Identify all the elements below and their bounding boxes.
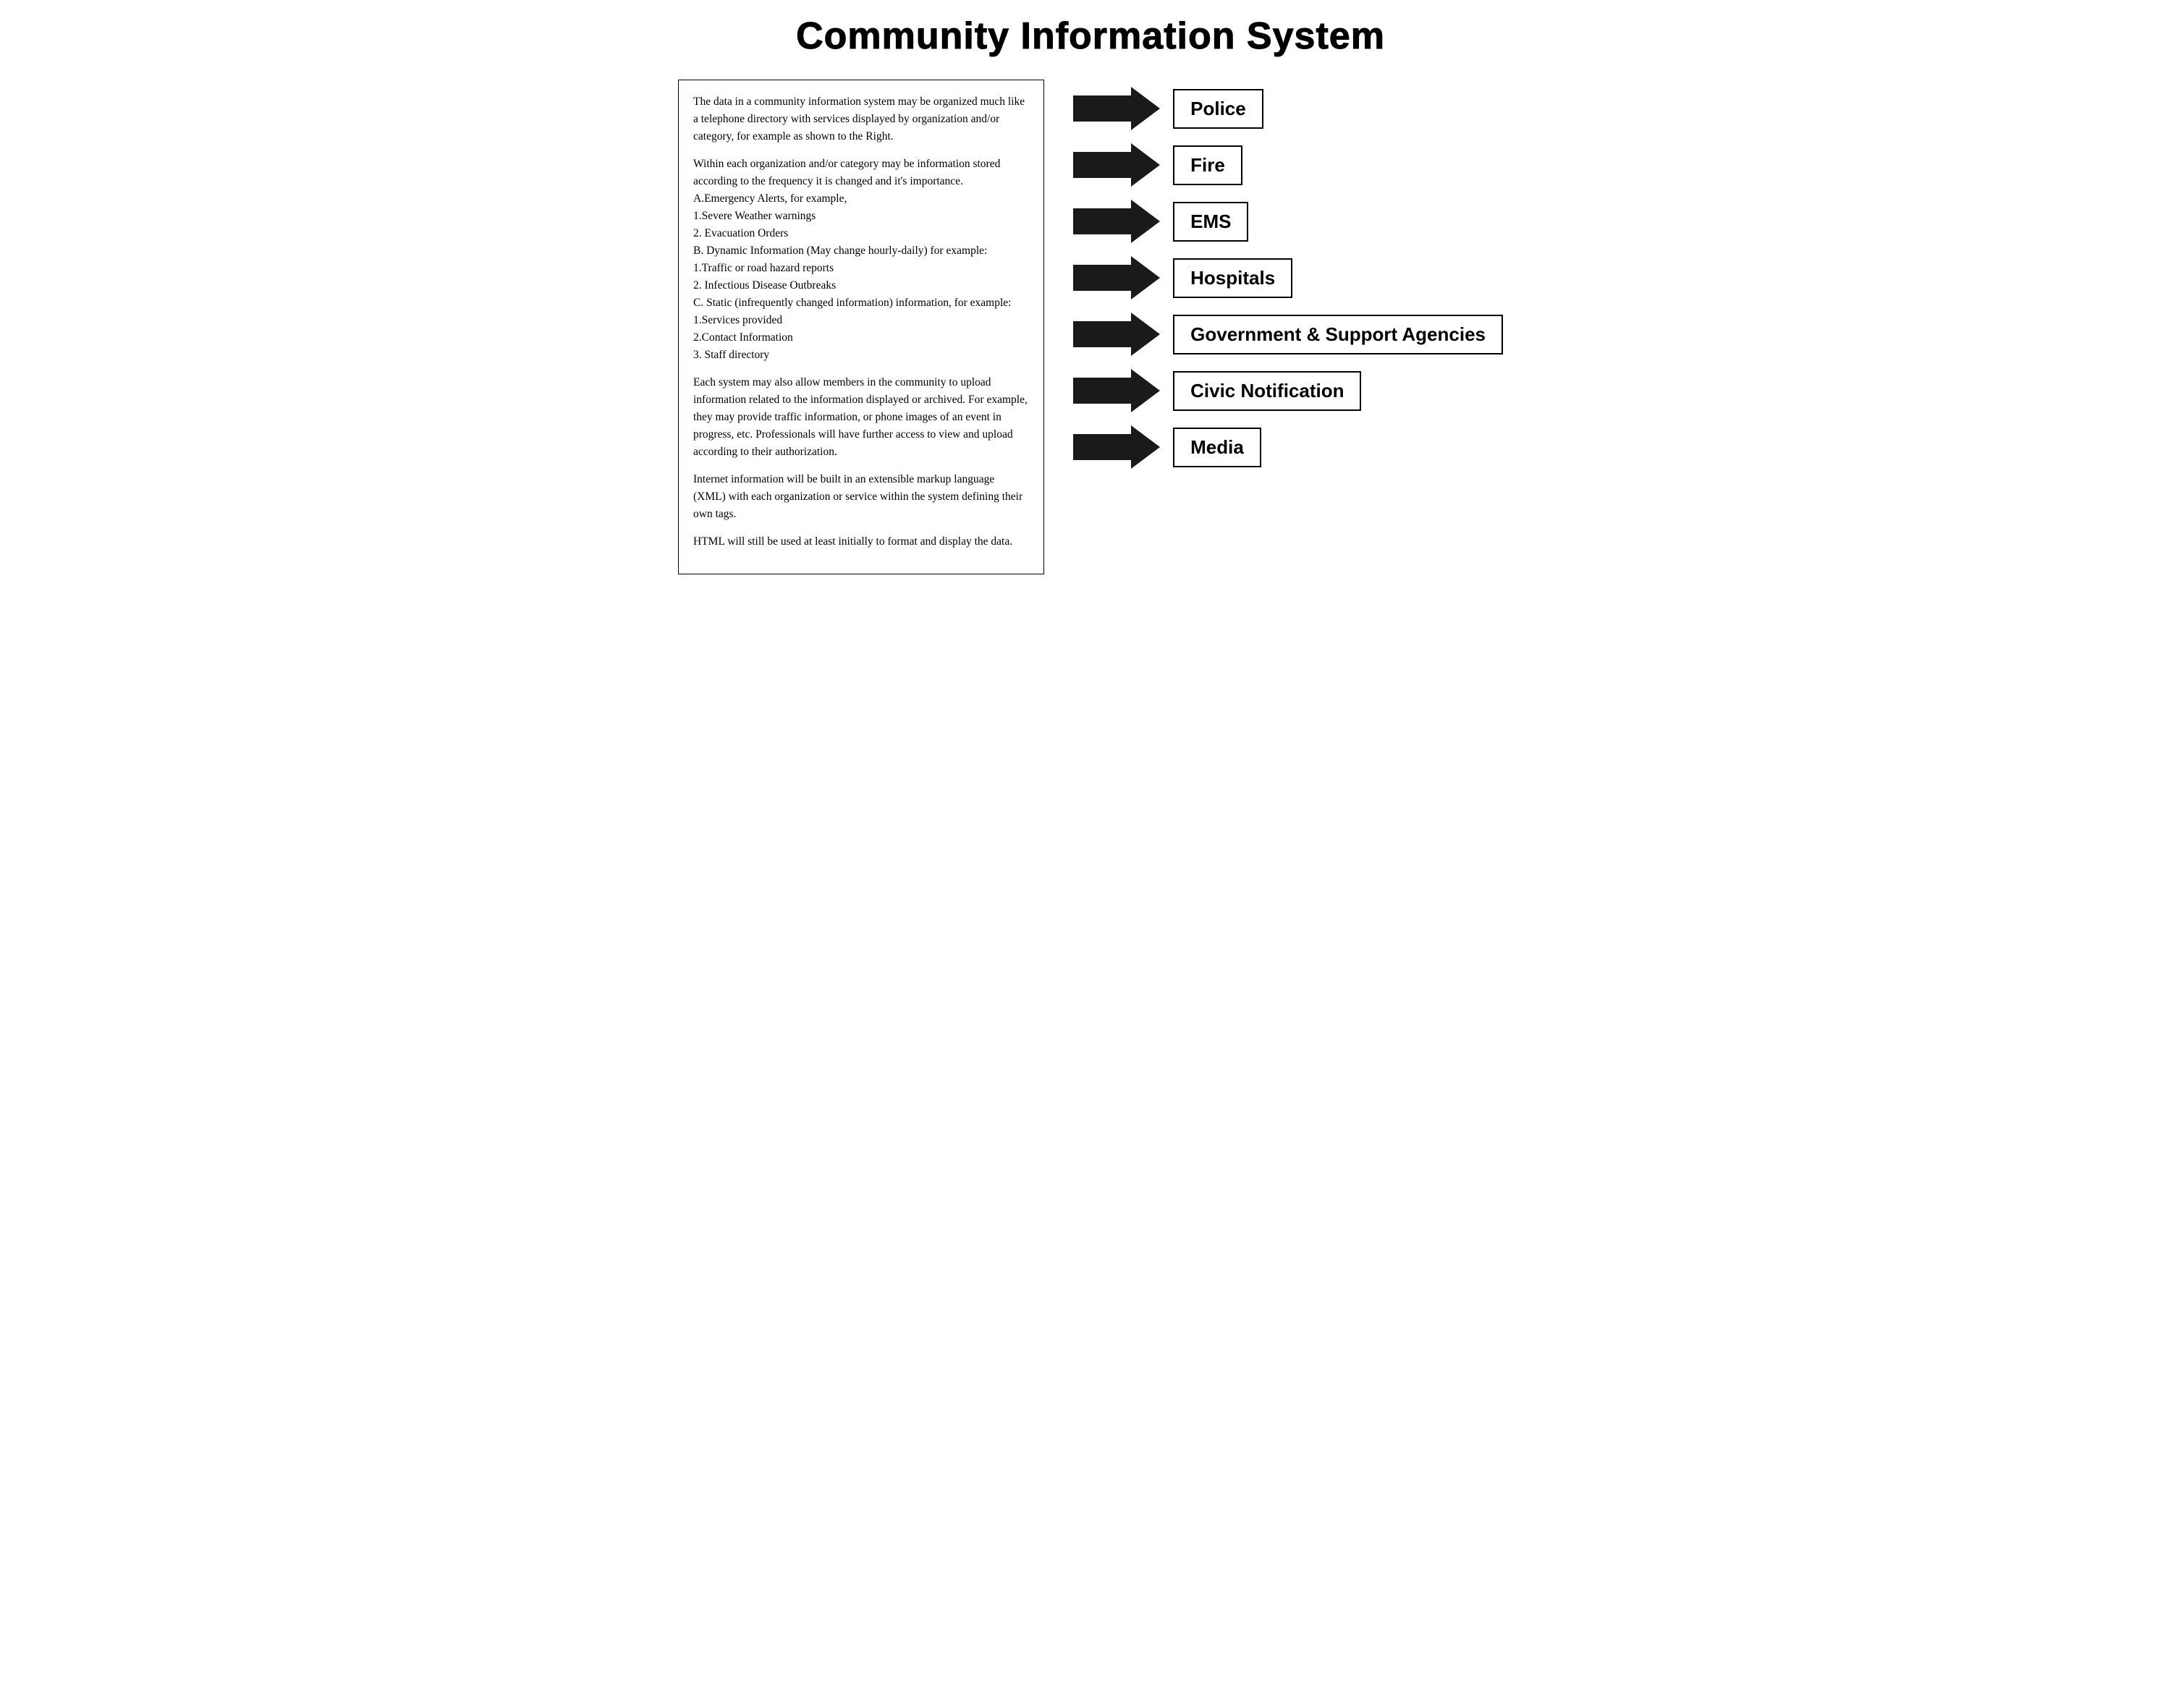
page-title: Community Information System (678, 14, 1503, 58)
arrow-icon-ems (1073, 200, 1160, 243)
org-box-police: Police (1173, 89, 1263, 129)
arrow-icon-media (1073, 425, 1160, 469)
arrow-icon-hospitals (1073, 256, 1160, 299)
arrow-icon-fire (1073, 143, 1160, 187)
left-para-2: Within each organization and/or category… (693, 156, 1029, 364)
arrow-row-civic: Civic Notification (1073, 369, 1503, 412)
org-box-civic: Civic Notification (1173, 371, 1361, 411)
left-para-4: Internet information will be built in an… (693, 471, 1029, 523)
arrow-icon-civic (1073, 369, 1160, 412)
arrow-row-police: Police (1073, 87, 1503, 130)
org-box-hospitals: Hospitals (1173, 258, 1292, 298)
left-para-3: Each system may also allow members in th… (693, 374, 1029, 461)
org-box-media: Media (1173, 428, 1261, 467)
arrow-icon-police (1073, 87, 1160, 130)
arrow-row-ems: EMS (1073, 200, 1503, 243)
main-layout: The data in a community information syst… (678, 80, 1503, 574)
left-para-5: HTML will still be used at least initial… (693, 533, 1029, 551)
org-box-government: Government & Support Agencies (1173, 315, 1503, 354)
left-para-1: The data in a community information syst… (693, 93, 1029, 145)
arrow-row-hospitals: Hospitals (1073, 256, 1503, 299)
org-box-fire: Fire (1173, 145, 1242, 185)
left-panel: The data in a community information syst… (678, 80, 1044, 574)
arrow-row-media: Media (1073, 425, 1503, 469)
arrow-icon-government (1073, 313, 1160, 356)
org-box-ems: EMS (1173, 202, 1248, 242)
arrow-row-government: Government & Support Agencies (1073, 313, 1503, 356)
right-panel: Police Fire EMS Hospitals Government & S (1073, 80, 1503, 469)
arrow-row-fire: Fire (1073, 143, 1503, 187)
